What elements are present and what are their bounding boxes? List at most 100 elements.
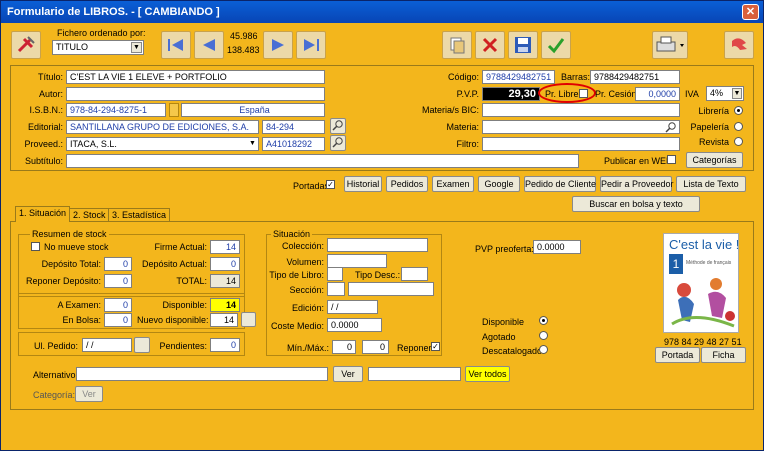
volumen-field[interactable]	[327, 254, 387, 268]
no-mueve-label: No mueve stock	[44, 242, 109, 252]
accept-icon[interactable]	[541, 31, 571, 59]
ul-pedido-field[interactable]: / /	[82, 338, 132, 352]
tools-icon[interactable]	[11, 31, 41, 59]
pedidos-button[interactable]: Pedidos	[386, 176, 428, 192]
filtro-field[interactable]	[482, 137, 680, 151]
copy-record-icon[interactable]	[442, 31, 472, 59]
tab-estadistica[interactable]: 3. Estadística	[108, 208, 171, 222]
record-count-top: 45.986	[230, 31, 258, 41]
pvp-field[interactable]: 29,30	[482, 87, 540, 101]
materia-search-icon[interactable]	[665, 121, 677, 133]
ul-pedido-button[interactable]	[134, 337, 150, 353]
min-field[interactable]: 0	[332, 340, 356, 354]
edicion-field[interactable]: / /	[327, 300, 378, 314]
revista-radio[interactable]	[734, 137, 743, 146]
a-examen-label: A Examen:	[57, 300, 101, 310]
reponer-checkbox[interactable]: ✓	[431, 342, 440, 351]
editorial-search-icon[interactable]	[330, 118, 346, 134]
pvp-label: P.V.P.	[456, 89, 479, 99]
ficha-button[interactable]: Ficha	[701, 347, 746, 363]
pvp-preoferta-field[interactable]: 0.0000	[533, 240, 581, 254]
max-field[interactable]: 0	[362, 340, 389, 354]
pais-field[interactable]: España	[181, 103, 325, 117]
codigo-field[interactable]: 9788429482751	[482, 70, 555, 84]
editorial-field[interactable]: SANTILLANA GRUPO DE EDICIONES, S.A.	[66, 120, 259, 134]
subtitulo-field[interactable]	[66, 154, 579, 168]
proveed-label: Proveed.:	[24, 139, 63, 149]
reponer-deposito-field[interactable]: 0	[104, 274, 132, 288]
coleccion-field[interactable]	[327, 238, 428, 252]
papeleria-radio[interactable]	[734, 122, 743, 131]
proveed-search-icon[interactable]	[330, 135, 346, 151]
ul-pedido-label: Ul. Pedido:	[33, 341, 78, 351]
historial-button[interactable]: Historial	[344, 176, 382, 192]
pedido-cliente-button[interactable]: Pedido de Cliente	[524, 176, 596, 192]
order-select[interactable]: TITULO ▼	[52, 40, 144, 55]
save-icon[interactable]	[508, 31, 538, 59]
agotado-status-radio[interactable]	[539, 331, 548, 340]
pendientes-field[interactable]: 0	[210, 338, 240, 352]
first-record-button[interactable]	[161, 31, 191, 59]
tab-stock[interactable]: 2. Stock	[69, 208, 110, 222]
subtitulo-label: Subtítulo:	[24, 156, 63, 166]
filtro-label: Filtro:	[456, 139, 480, 149]
tipo-libro-field[interactable]	[327, 267, 343, 281]
google-button[interactable]: Google	[478, 176, 520, 192]
pr-libre-checkbox[interactable]	[579, 89, 588, 98]
barras-field[interactable]: 9788429482751	[590, 70, 680, 84]
nuevo-disponible-field[interactable]: 14	[210, 313, 238, 327]
seccion-code-field[interactable]	[327, 282, 345, 296]
print-icon[interactable]	[652, 31, 688, 59]
delete-record-icon[interactable]	[475, 31, 505, 59]
categoria-label: Categoría:	[33, 390, 76, 400]
deposito-total-field[interactable]: 0	[104, 257, 132, 271]
a-examen-field[interactable]: 0	[104, 298, 132, 312]
editorial-label: Editorial:	[27, 122, 63, 132]
deposito-actual-field[interactable]: 0	[210, 257, 240, 271]
iva-select[interactable]: 4% ▼	[706, 86, 744, 101]
deposito-actual-label: Depósito Actual:	[141, 259, 207, 269]
proveed-select[interactable]: ITACA, S.L. ▼	[66, 137, 259, 151]
pedir-proveedor-button[interactable]: Pedir a Proveedor	[600, 176, 674, 192]
editorial-code-field[interactable]: 84-294	[262, 120, 325, 134]
proveed-code-field[interactable]: A41018292	[262, 137, 325, 151]
en-bolsa-field[interactable]: 0	[104, 313, 132, 327]
last-record-button[interactable]	[296, 31, 326, 59]
volumen-label: Volumen:	[286, 257, 324, 267]
alternativo-code-field[interactable]	[368, 367, 461, 381]
iva-value: 4%	[710, 88, 724, 98]
materia-bic-field[interactable]	[482, 103, 680, 117]
ver-todos-button[interactable]: Ver todos	[465, 366, 510, 382]
portada-button[interactable]: Portada	[655, 347, 700, 363]
close-button[interactable]: ✕	[742, 4, 759, 20]
tipo-desc-label: Tipo Desc.:	[355, 270, 401, 280]
ver-alternativo-button[interactable]: Ver	[333, 366, 363, 382]
disponible-field: 14	[210, 298, 240, 312]
categorias-button[interactable]: Categorías	[686, 152, 743, 168]
tipo-desc-field[interactable]	[401, 267, 428, 281]
nuevo-disponible-button[interactable]	[241, 312, 256, 327]
disponible-status-radio[interactable]	[539, 316, 548, 325]
autor-field[interactable]	[66, 87, 325, 101]
next-record-button[interactable]	[263, 31, 293, 59]
materia-field[interactable]	[482, 120, 680, 134]
alternativo-field[interactable]	[76, 367, 328, 381]
descatalogado-status-radio[interactable]	[539, 345, 548, 354]
titulo-field[interactable]: C'EST LA VIE 1 ELEVE + PORTFOLIO	[66, 70, 325, 84]
previous-record-button[interactable]	[194, 31, 224, 59]
ver-categoria-button[interactable]: Ver	[75, 386, 103, 402]
examen-button[interactable]: Examen	[432, 176, 474, 192]
portadas-checkbox[interactable]: ✓	[326, 180, 335, 189]
lista-texto-button[interactable]: Lista de Texto	[676, 176, 746, 192]
pr-cesion-field[interactable]: 0,0000	[635, 87, 680, 101]
isbn-field[interactable]: 978-84-294-8275-1	[66, 103, 166, 117]
exit-icon[interactable]	[724, 31, 754, 59]
firme-actual-field[interactable]: 14	[210, 240, 240, 254]
tab-situacion[interactable]: 1. Situación	[15, 206, 71, 222]
no-mueve-checkbox[interactable]	[31, 242, 40, 251]
publicar-web-checkbox[interactable]	[667, 155, 676, 164]
libreria-radio[interactable]	[734, 106, 743, 115]
buscar-bolsa-button[interactable]: Buscar en bolsa y texto	[572, 196, 700, 212]
seccion-field[interactable]	[348, 282, 434, 296]
coste-medio-field[interactable]: 0.0000	[327, 318, 382, 332]
